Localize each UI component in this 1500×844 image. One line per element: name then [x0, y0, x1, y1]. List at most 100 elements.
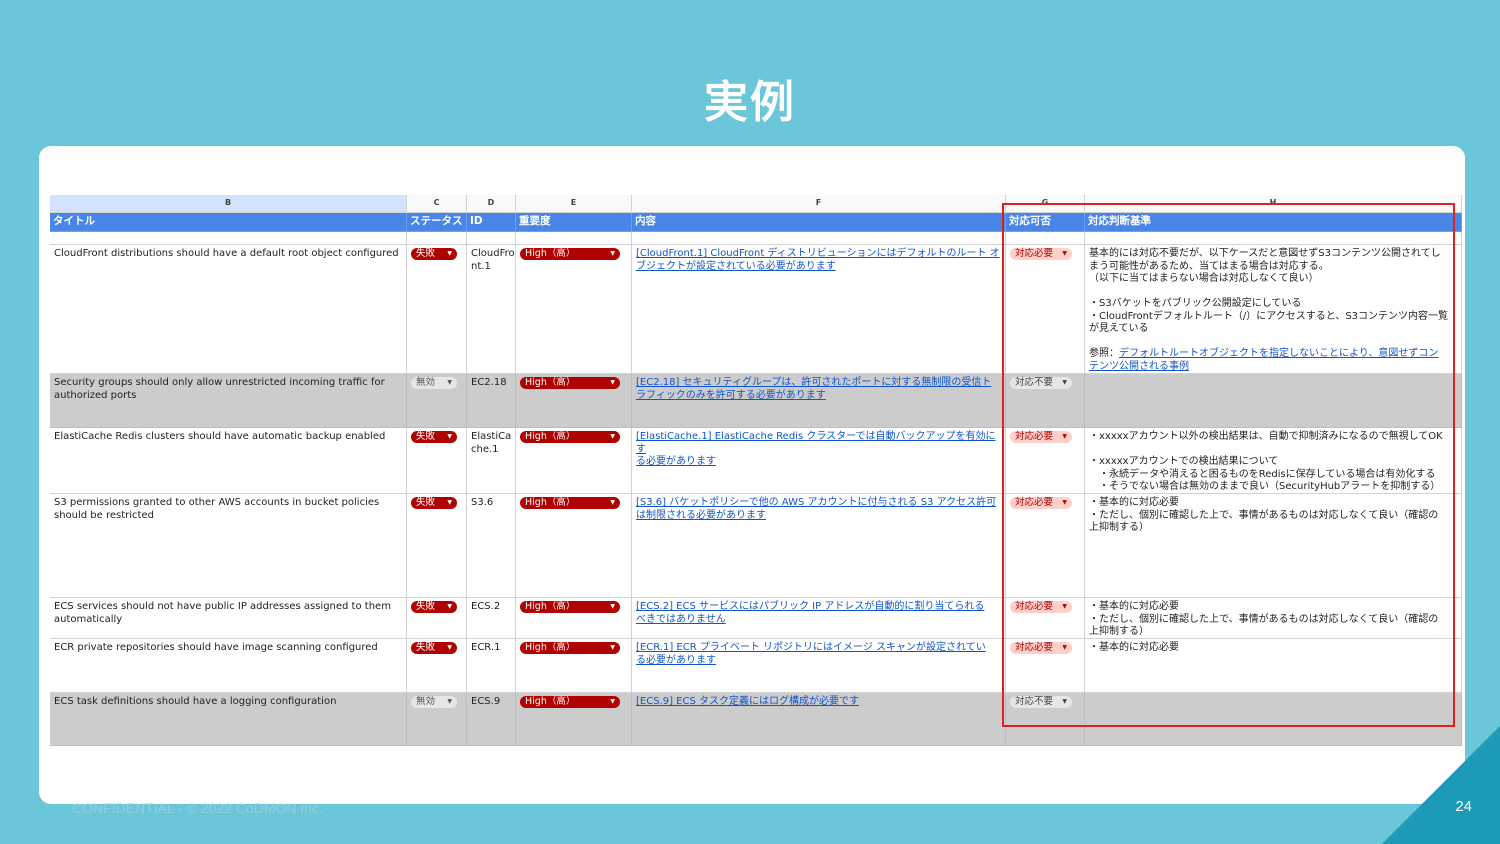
header-criteria[interactable]: 対応判断基準	[1085, 213, 1462, 232]
content-link[interactable]: [ECS.9] ECS タスク定義にはログ構成が必要です	[636, 696, 1001, 709]
id-cell[interactable]: CloudFro nt.1	[467, 245, 516, 374]
decision-cell[interactable]: 対応必要 ▼	[1006, 245, 1085, 374]
reference-link[interactable]: テンツ公開される事例	[1089, 361, 1457, 374]
content-link[interactable]: [ECR.1] ECR プライベート リポジトリにはイメージ スキャンが設定され…	[636, 642, 1001, 655]
title-cell[interactable]: ECS services should not have public IP a…	[50, 598, 407, 639]
decision-dropdown[interactable]: 対応必要 ▼	[1010, 497, 1072, 509]
title-cell[interactable]: CloudFront distributions should have a d…	[50, 245, 407, 374]
column-letter-f[interactable]: F	[632, 195, 1006, 213]
status-cell[interactable]: 失敗 ▼	[407, 494, 467, 598]
column-letter-d[interactable]: D	[467, 195, 516, 213]
severity-cell[interactable]: High（高） ▼	[516, 245, 632, 374]
criteria-cell[interactable]: ・基本的に対応必要 ・ただし、個別に確認した上で、事情があるものは対応しなくて良…	[1085, 494, 1462, 598]
decision-dropdown[interactable]: 対応不要 ▼	[1010, 696, 1072, 708]
criteria-cell[interactable]: ・基本的に対応必要 ・ただし、個別に確認した上で、事情があるものは対応しなくて良…	[1085, 598, 1462, 639]
content-link[interactable]: は制限される必要があります	[636, 510, 1001, 523]
content-link[interactable]: ラフィックのみを許可する必要があります	[636, 390, 1001, 403]
header-severity[interactable]: 重要度	[516, 213, 632, 232]
criteria-cell[interactable]: ・xxxxxアカウント以外の検出結果は、自動で抑制済みになるので無視してOK ・…	[1085, 428, 1462, 494]
content-link[interactable]: [ElastiCache.1] ElastiCache Redis クラスターで…	[636, 431, 1001, 456]
id-cell[interactable]: ECS.9	[467, 693, 516, 746]
decision-dropdown[interactable]: 対応必要 ▼	[1010, 431, 1072, 443]
status-dropdown[interactable]: 失敗 ▼	[411, 497, 457, 509]
id-cell[interactable]: ECR.1	[467, 639, 516, 693]
decision-cell[interactable]: 対応必要 ▼	[1006, 494, 1085, 598]
severity-dropdown[interactable]: High（高） ▼	[520, 642, 620, 654]
content-link[interactable]: る必要があります	[636, 456, 1001, 469]
column-letter-e[interactable]: E	[516, 195, 632, 213]
decision-cell[interactable]: 対応必要 ▼	[1006, 598, 1085, 639]
header-content[interactable]: 内容	[632, 213, 1006, 232]
column-letter-c[interactable]: C	[407, 195, 467, 213]
status-dropdown[interactable]: 失敗 ▼	[411, 601, 457, 613]
status-cell[interactable]: 失敗 ▼	[407, 428, 467, 494]
status-cell[interactable]: 失敗 ▼	[407, 639, 467, 693]
status-dropdown[interactable]: 失敗 ▼	[411, 248, 457, 260]
header-status[interactable]: ステータス	[407, 213, 467, 232]
title-cell[interactable]: Security groups should only allow unrest…	[50, 374, 407, 428]
decision-dropdown[interactable]: 対応必要 ▼	[1010, 248, 1072, 260]
header-id[interactable]: ID	[467, 213, 516, 232]
decision-dropdown[interactable]: 対応必要 ▼	[1010, 642, 1072, 654]
severity-cell[interactable]: High（高） ▼	[516, 428, 632, 494]
empty-cell[interactable]	[516, 232, 632, 245]
status-dropdown[interactable]: 無効 ▼	[411, 696, 457, 708]
content-link[interactable]: [S3.6] バケットポリシーで他の AWS アカウントに付与される S3 アク…	[636, 497, 1001, 510]
severity-dropdown[interactable]: High（高） ▼	[520, 497, 620, 509]
status-cell[interactable]: 無効 ▼	[407, 374, 467, 428]
empty-cell[interactable]	[1006, 232, 1085, 245]
status-cell[interactable]: 失敗 ▼	[407, 245, 467, 374]
empty-cell[interactable]	[632, 232, 1006, 245]
content-link[interactable]: [EC2.18] セキュリティグループは、許可されたポートに対する無制限の受信ト	[636, 377, 1001, 390]
title-cell[interactable]: ECS task definitions should have a loggi…	[50, 693, 407, 746]
dropdown-arrow-icon: ▼	[1062, 379, 1067, 386]
status-dropdown[interactable]: 失敗 ▼	[411, 642, 457, 654]
severity-dropdown[interactable]: High（高） ▼	[520, 248, 620, 260]
decision-cell[interactable]: 対応不要 ▼	[1006, 374, 1085, 428]
criteria-cell[interactable]: 基本的には対応不要だが、以下ケースだと意図せずS3コンテンツ公開されてし まう可…	[1085, 245, 1462, 374]
empty-cell[interactable]	[1085, 232, 1462, 245]
severity-cell[interactable]: High（高） ▼	[516, 598, 632, 639]
content-link[interactable]: [ECS.2] ECS サービスにはパブリック IP アドレスが自動的に割り当て…	[636, 601, 1001, 614]
status-cell[interactable]: 無効 ▼	[407, 693, 467, 746]
empty-cell[interactable]	[50, 232, 407, 245]
content-link[interactable]: [CloudFront.1] CloudFront ディストリビューションにはデ…	[636, 248, 1001, 261]
status-dropdown[interactable]: 無効 ▼	[411, 377, 457, 389]
id-cell[interactable]: S3.6	[467, 494, 516, 598]
id-cell[interactable]: ECS.2	[467, 598, 516, 639]
criteria-cell[interactable]	[1085, 374, 1462, 428]
content-link[interactable]: べきではありません	[636, 614, 1001, 627]
header-decision[interactable]: 対応可否	[1006, 213, 1085, 232]
title-cell[interactable]: ECR private repositories should have ima…	[50, 639, 407, 693]
decision-dropdown[interactable]: 対応必要 ▼	[1010, 601, 1072, 613]
empty-cell[interactable]	[467, 232, 516, 245]
dropdown-arrow-icon: ▼	[1062, 433, 1067, 440]
severity-dropdown[interactable]: High（高） ▼	[520, 696, 620, 708]
content-link[interactable]: ブジェクトが設定されている必要があります	[636, 261, 1001, 274]
severity-cell[interactable]: High（高） ▼	[516, 494, 632, 598]
title-cell[interactable]: S3 permissions granted to other AWS acco…	[50, 494, 407, 598]
severity-cell[interactable]: High（高） ▼	[516, 374, 632, 428]
decision-cell[interactable]: 対応必要 ▼	[1006, 639, 1085, 693]
column-letter-b[interactable]: B	[50, 195, 407, 213]
severity-cell[interactable]: High（高） ▼	[516, 639, 632, 693]
empty-cell[interactable]	[407, 232, 467, 245]
reference-link[interactable]: デフォルトルートオブジェクトを指定しないことにより、意図せずコン	[1119, 348, 1438, 359]
decision-dropdown[interactable]: 対応不要 ▼	[1010, 377, 1072, 389]
header-title[interactable]: タイトル	[50, 213, 407, 232]
decision-cell[interactable]: 対応不要 ▼	[1006, 693, 1085, 746]
title-cell[interactable]: ElastiCache Redis clusters should have a…	[50, 428, 407, 494]
column-letter-h[interactable]: H	[1085, 195, 1462, 213]
severity-dropdown[interactable]: High（高） ▼	[520, 377, 620, 389]
severity-cell[interactable]: High（高） ▼	[516, 693, 632, 746]
id-cell[interactable]: EC2.18	[467, 374, 516, 428]
id-cell[interactable]: ElastiCa che.1	[467, 428, 516, 494]
criteria-cell[interactable]: ・基本的に対応必要	[1085, 639, 1462, 693]
status-dropdown[interactable]: 失敗 ▼	[411, 431, 457, 443]
severity-dropdown[interactable]: High（高） ▼	[520, 431, 620, 443]
content-link[interactable]: る必要があります	[636, 655, 1001, 668]
severity-dropdown[interactable]: High（高） ▼	[520, 601, 620, 613]
status-cell[interactable]: 失敗 ▼	[407, 598, 467, 639]
decision-cell[interactable]: 対応必要 ▼	[1006, 428, 1085, 494]
column-letter-g[interactable]: G	[1006, 195, 1085, 213]
